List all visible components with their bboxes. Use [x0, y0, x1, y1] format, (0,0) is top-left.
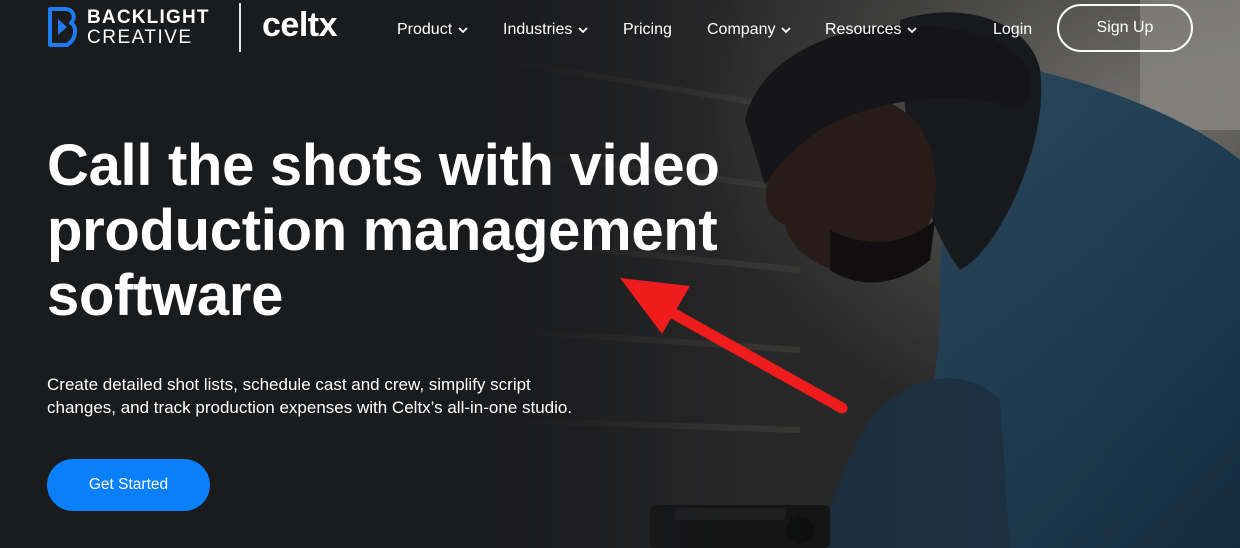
hero-subtext-line1: Create detailed shot lists, schedule cas… — [47, 375, 531, 394]
brand-creative-text: CREATIVE — [87, 26, 193, 48]
nav-item-company[interactable]: Company — [707, 21, 792, 39]
nav-item-label: Pricing — [623, 21, 672, 38]
nav-item-pricing[interactable]: Pricing — [623, 21, 672, 39]
backlight-logo-icon — [48, 7, 78, 47]
brand-backlight-text: BACKLIGHT — [87, 6, 210, 28]
chevron-down-icon — [578, 26, 589, 33]
nav-item-resources[interactable]: Resources — [825, 21, 918, 39]
backlight-creative-logo[interactable]: BACKLIGHT CREATIVE — [47, 6, 210, 48]
nav-item-label: Company — [707, 21, 776, 38]
chevron-down-icon — [781, 26, 792, 33]
nav-item-label: Resources — [825, 21, 902, 38]
signup-button[interactable]: Sign Up — [1057, 4, 1193, 52]
hero-subtext-line2: changes, and track production expenses w… — [47, 398, 573, 417]
nav-item-industries[interactable]: Industries — [503, 21, 589, 39]
hero-headline: Call the shots with video production man… — [47, 133, 720, 328]
nav-item-product[interactable]: Product — [397, 21, 468, 39]
logo-divider — [239, 3, 241, 52]
login-link[interactable]: Login — [993, 21, 1032, 39]
celtx-logo[interactable]: celtx — [262, 6, 338, 45]
site-header: BACKLIGHT CREATIVE celtx Product Industr… — [0, 0, 1240, 60]
nav-item-label: Industries — [503, 21, 573, 38]
get-started-button[interactable]: Get Started — [47, 459, 210, 511]
nav-item-label: Product — [397, 21, 453, 38]
chevron-down-icon — [907, 26, 918, 33]
chevron-down-icon — [458, 26, 468, 33]
hero-subtext: Create detailed shot lists, schedule cas… — [47, 373, 647, 419]
